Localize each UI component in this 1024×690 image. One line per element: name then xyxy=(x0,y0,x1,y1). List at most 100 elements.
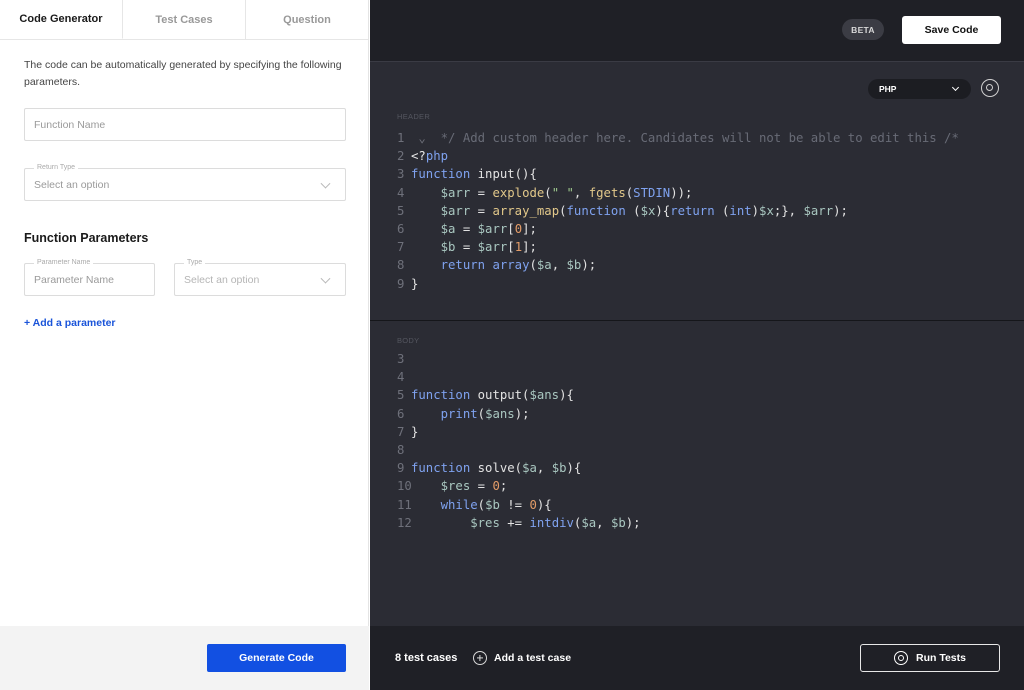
code-generator-panel: Code Generator Test Cases Question The c… xyxy=(0,0,369,690)
code-token: $b xyxy=(485,497,500,512)
function-name-placeholder: Function Name xyxy=(34,118,106,131)
code-token: ( xyxy=(529,258,537,273)
code-token: <? xyxy=(411,149,426,164)
chevron-down-icon xyxy=(951,83,960,92)
code-token: $b xyxy=(440,240,456,255)
return-type-select[interactable]: Return Type Select an option xyxy=(24,164,346,201)
code-token: return xyxy=(440,258,486,273)
chevron-down-icon xyxy=(320,273,331,284)
code-token: ){ xyxy=(559,388,574,403)
code-token: $a xyxy=(581,515,597,530)
code-token: function xyxy=(411,461,471,476)
language-select[interactable]: PHP xyxy=(868,79,971,99)
code-token: , xyxy=(536,461,552,476)
code-token: ( xyxy=(477,406,486,421)
code-line: 12 $res += intdiv($a, $b); xyxy=(397,514,641,532)
line-number: 7 xyxy=(397,240,405,255)
code-line: 9 function solve($a, $b){ xyxy=(397,459,641,477)
function-parameters-heading: Function Parameters xyxy=(24,231,149,245)
code-token: ( xyxy=(625,203,641,218)
tab-bar: Code Generator Test Cases Question xyxy=(0,0,368,40)
code-line: 8 xyxy=(397,441,641,459)
code-token: function xyxy=(411,167,471,182)
settings-icon[interactable] xyxy=(981,79,999,97)
save-code-button[interactable]: Save Code xyxy=(902,16,1001,44)
code-line: 6 $a = $arr[0]; xyxy=(397,220,959,238)
code-token: ){ xyxy=(566,461,582,476)
code-line: 1 ⌄ */ Add custom header here. Candidate… xyxy=(397,129,959,147)
language-label: PHP xyxy=(879,84,897,94)
add-test-case-button[interactable]: Add a test case xyxy=(473,651,571,665)
line-number: 6 xyxy=(397,221,405,236)
add-parameter-link[interactable]: + Add a parameter xyxy=(24,317,116,329)
code-line: 7 $b = $arr[1]; xyxy=(397,238,959,256)
run-icon xyxy=(894,651,908,665)
code-token: , xyxy=(551,258,567,273)
code-token: = xyxy=(470,203,493,218)
code-token: ( xyxy=(544,185,552,200)
tab-code-generator[interactable]: Code Generator xyxy=(0,0,123,39)
code-line: 5 function output($ans){ xyxy=(397,386,641,404)
line-number: 5 xyxy=(397,203,405,218)
chevron-down-icon xyxy=(320,178,331,189)
code-line: 7} xyxy=(397,423,641,441)
code-token: = xyxy=(455,240,478,255)
code-token: array_map xyxy=(492,203,560,218)
parameter-type-select[interactable]: Type Select an option xyxy=(174,259,346,296)
code-token: ); xyxy=(514,406,530,421)
code-token: $arr xyxy=(440,185,471,200)
header-code-editor[interactable]: 1 ⌄ */ Add custom header here. Candidate… xyxy=(397,129,959,293)
parameter-name-label: Parameter Name xyxy=(34,259,94,266)
fold-chevron-icon[interactable]: ⌄ xyxy=(411,131,441,145)
line-number: 3 xyxy=(397,352,405,366)
code-token: ) xyxy=(751,203,760,218)
code-token: STDIN xyxy=(633,185,671,200)
line-number: 9 xyxy=(397,461,405,476)
code-line: 6 print($ans); xyxy=(397,405,641,423)
code-token: explode xyxy=(492,185,545,200)
beta-badge: BETA xyxy=(842,19,884,40)
code-line: 2 <?php xyxy=(397,147,959,165)
code-token: intdiv xyxy=(529,515,574,530)
line-number: 3 xyxy=(397,167,405,182)
line-number: 9 xyxy=(397,276,405,291)
generate-code-button[interactable]: Generate Code xyxy=(207,644,346,672)
code-line: 4 $arr = explode(" ", fgets(STDIN)); xyxy=(397,184,959,202)
function-name-input[interactable]: Function Name xyxy=(24,108,346,141)
code-line: 5 $arr = array_map(function ($x){return … xyxy=(397,202,959,220)
tab-question[interactable]: Question xyxy=(246,0,368,39)
body-code-editor[interactable]: 3 4 5 function output($ans){6 print($ans); 7… xyxy=(397,350,641,532)
code-token: 0 xyxy=(492,479,500,494)
code-token: ){ xyxy=(655,203,671,218)
code-token: $b xyxy=(566,258,582,273)
code-line: 3 xyxy=(397,350,641,368)
code-token: output( xyxy=(470,388,530,403)
code-line: 9} xyxy=(397,275,959,293)
return-type-label: Return Type xyxy=(34,164,79,171)
run-tests-button[interactable]: Run Tests xyxy=(860,644,1000,672)
parameter-name-input[interactable]: Parameter Name Parameter Name xyxy=(24,259,155,296)
code-token: , xyxy=(596,515,611,530)
code-token: = xyxy=(455,221,478,236)
code-token: ( xyxy=(477,497,486,512)
code-token: int xyxy=(729,203,752,218)
code-token: ); xyxy=(833,203,848,218)
code-token: $ans xyxy=(529,388,560,403)
code-token: 0 xyxy=(529,497,537,512)
code-token: ]; xyxy=(522,221,537,236)
code-token: */ Add custom header here. Candidates wi… xyxy=(440,131,959,145)
code-editor-panel: BETA Save Code PHP HEADER 1 ⌄ */ Add cus… xyxy=(370,0,1024,690)
line-number: 11 xyxy=(397,497,412,512)
body-section-label: BODY xyxy=(397,336,420,345)
editor-topbar: BETA Save Code xyxy=(370,0,1024,62)
line-number: 10 xyxy=(397,479,412,494)
code-token: $arr xyxy=(803,203,834,218)
tab-test-cases[interactable]: Test Cases xyxy=(123,0,246,39)
line-number: 7 xyxy=(397,424,405,439)
code-token: function xyxy=(411,388,471,403)
